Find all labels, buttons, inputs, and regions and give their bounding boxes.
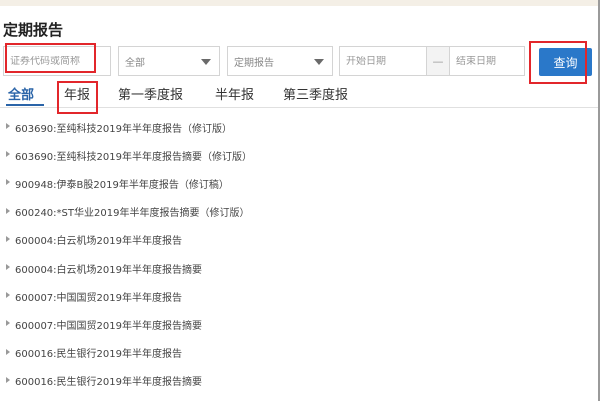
tab-all[interactable]: 全部	[8, 84, 34, 103]
report-list-item[interactable]: 603690:至纯科技2019年半年度报告（修订版）	[0, 113, 598, 141]
code-search-input[interactable]	[10, 55, 110, 67]
caret-right-icon	[6, 348, 10, 355]
caret-right-icon	[6, 376, 10, 383]
report-list-item[interactable]: 600004:白云机场2019年半年度报告	[0, 226, 598, 254]
report-link[interactable]: 603690:至纯科技2019年半年度报告摘要（修订版）	[15, 148, 252, 163]
query-button[interactable]: 查询	[539, 48, 592, 76]
report-list-item[interactable]: 600007:中国国贸2019年半年度报告	[0, 282, 598, 310]
report-link[interactable]: 600004:白云机场2019年半年度报告	[15, 232, 182, 247]
caret-right-icon	[6, 207, 10, 214]
tab-annual[interactable]: 年报	[64, 84, 90, 103]
report-link[interactable]: 600007:中国国贸2019年半年度报告	[15, 289, 182, 304]
active-tab-indicator	[6, 104, 44, 106]
filter-bar: 全部 定期报告 — 查询	[0, 46, 598, 78]
start-date-field[interactable]	[339, 46, 427, 76]
report-tabs: 全部 年报 第一季度报 半年报 第三季度报	[0, 84, 598, 106]
page-title: 定期报告	[3, 21, 64, 39]
report-link[interactable]: 600004:白云机场2019年半年度报告摘要	[15, 261, 202, 276]
report-link[interactable]: 600016:民生银行2019年半年度报告	[15, 345, 182, 360]
end-date-input[interactable]	[456, 55, 524, 67]
report-list-item[interactable]: 600004:白云机场2019年半年度报告摘要	[0, 254, 598, 282]
report-list-item[interactable]: 600007:中国国贸2019年半年度报告摘要	[0, 310, 598, 338]
report-list-item[interactable]: 600016:民生银行2019年半年度报告	[0, 339, 598, 367]
report-list-item[interactable]: 603690:至纯科技2019年半年度报告摘要（修订版）	[0, 141, 598, 169]
caret-right-icon	[6, 151, 10, 158]
date-range-separator: —	[427, 46, 449, 76]
report-link[interactable]: 900948:伊泰B股2019年半年度报告（修订稿）	[15, 176, 229, 191]
caret-right-icon	[6, 179, 10, 186]
report-link[interactable]: 600016:民生银行2019年半年度报告摘要	[15, 373, 202, 388]
report-link[interactable]: 603690:至纯科技2019年半年度报告（修订版）	[15, 120, 232, 135]
caret-right-icon	[6, 292, 10, 299]
report-list-item[interactable]: 900948:伊泰B股2019年半年度报告（修订稿）	[0, 169, 598, 197]
report-list-item[interactable]: 600016:民生银行2019年半年度报告摘要	[0, 367, 598, 395]
caret-right-icon	[6, 263, 10, 270]
tab-q1[interactable]: 第一季度报	[118, 84, 183, 103]
start-date-input[interactable]	[346, 55, 426, 67]
tab-semi-annual[interactable]: 半年报	[215, 84, 254, 103]
report-link[interactable]: 600007:中国国贸2019年半年度报告摘要	[15, 317, 202, 332]
report-list-item[interactable]: 600240:*ST华业2019年半年度报告摘要（修订版）	[0, 198, 598, 226]
exchange-select[interactable]: 全部	[118, 46, 220, 76]
end-date-field[interactable]	[449, 46, 525, 76]
chevron-down-icon	[314, 59, 324, 65]
report-link[interactable]: 600240:*ST华业2019年半年度报告摘要（修订版）	[15, 204, 249, 219]
caret-right-icon	[6, 235, 10, 242]
code-search-field[interactable]	[3, 46, 111, 76]
caret-right-icon	[6, 320, 10, 327]
report-type-select[interactable]: 定期报告	[227, 46, 333, 76]
top-strip	[0, 0, 600, 6]
report-list: 603690:至纯科技2019年半年度报告（修订版） 603690:至纯科技20…	[0, 113, 598, 395]
report-type-select-value: 定期报告	[234, 57, 274, 69]
chevron-down-icon	[201, 59, 211, 65]
tabs-divider	[0, 107, 598, 108]
tab-q3[interactable]: 第三季度报	[283, 84, 348, 103]
caret-right-icon	[6, 123, 10, 129]
exchange-select-value: 全部	[125, 57, 145, 69]
